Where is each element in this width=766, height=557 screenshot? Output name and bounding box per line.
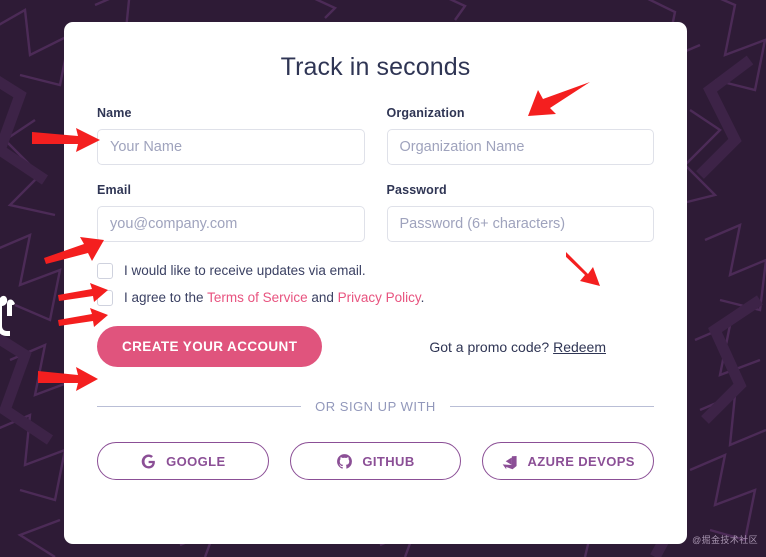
email-label: Email xyxy=(97,183,132,197)
left-copy-line-0: s xyxy=(0,104,52,132)
password-input[interactable] xyxy=(386,206,654,242)
social-signup-buttons: GOOGLE GITHUB AZURE DEVOPS xyxy=(97,442,655,480)
field-password: Password xyxy=(386,183,654,242)
field-organization: Organization xyxy=(386,106,654,165)
github-signup-label: GITHUB xyxy=(362,453,415,469)
divider-line-left xyxy=(97,406,302,407)
promo-code-prompt: Got a promo code? Redeem xyxy=(429,339,606,355)
terms-suffix: . xyxy=(420,290,425,305)
google-icon xyxy=(141,454,155,468)
updates-check-row[interactable]: I would like to receive updates via emai… xyxy=(97,262,654,280)
submit-button[interactable]: CREATE YOUR ACCOUNT xyxy=(97,326,323,367)
terms-of-service-link[interactable]: Terms of Service xyxy=(207,290,308,305)
google-signup-label: GOOGLE xyxy=(166,453,226,469)
google-signup-button[interactable]: GOOGLE xyxy=(97,442,269,480)
password-label: Password xyxy=(386,183,447,197)
github-signup-button[interactable]: GITHUB xyxy=(289,442,462,480)
azure-devops-icon xyxy=(503,455,518,469)
left-copy-line-2: tes, xyxy=(0,160,52,188)
terms-middle: and xyxy=(307,290,338,305)
updates-checkbox[interactable] xyxy=(97,263,113,279)
divider-line-right xyxy=(449,406,654,407)
azure-devops-signup-button[interactable]: AZURE DEVOPS xyxy=(482,442,655,480)
organization-input[interactable] xyxy=(386,129,654,165)
privacy-policy-link[interactable]: Privacy Policy xyxy=(338,290,421,305)
cactus-icon xyxy=(0,295,15,336)
signup-card: Track in seconds Name Organization Email… xyxy=(64,22,687,544)
form-fields: Name Organization Email Password xyxy=(97,106,654,260)
consent-checkboxes: I would like to receive updates via emai… xyxy=(97,262,654,307)
watermark: @掘金技术社区 xyxy=(692,535,758,545)
action-row: CREATE YOUR ACCOUNT Got a promo code? Re… xyxy=(97,326,654,367)
left-copy-line-1: ode. xyxy=(0,132,52,160)
organization-label: Organization xyxy=(386,106,465,120)
terms-checkbox-label: I agree to the Terms of Service and Priv… xyxy=(124,289,424,307)
left-copy-line-3: s. xyxy=(0,188,52,216)
left-marketing-copy: s ode. tes, s. xyxy=(0,104,52,216)
divider-label: OR SIGN UP WITH xyxy=(315,399,436,414)
page-title: Track in seconds xyxy=(280,53,471,81)
field-email: Email xyxy=(97,183,365,242)
github-icon xyxy=(337,453,353,469)
terms-prefix: I agree to the xyxy=(124,290,208,305)
azure-devops-signup-label: AZURE DEVOPS xyxy=(527,453,635,469)
updates-checkbox-label: I would like to receive updates via emai… xyxy=(124,263,366,278)
promo-text: Got a promo code? xyxy=(429,338,550,355)
name-label: Name xyxy=(97,106,132,120)
name-input[interactable] xyxy=(97,129,365,165)
email-input[interactable] xyxy=(97,206,365,242)
terms-checkbox[interactable] xyxy=(97,290,113,306)
terms-check-row[interactable]: I agree to the Terms of Service and Priv… xyxy=(97,289,654,307)
field-name: Name xyxy=(97,106,365,165)
signup-divider: OR SIGN UP WITH xyxy=(97,399,654,414)
redeem-link[interactable]: Redeem xyxy=(553,339,606,355)
signup-page: s ode. tes, s. it Track in seconds Name … xyxy=(0,0,766,557)
